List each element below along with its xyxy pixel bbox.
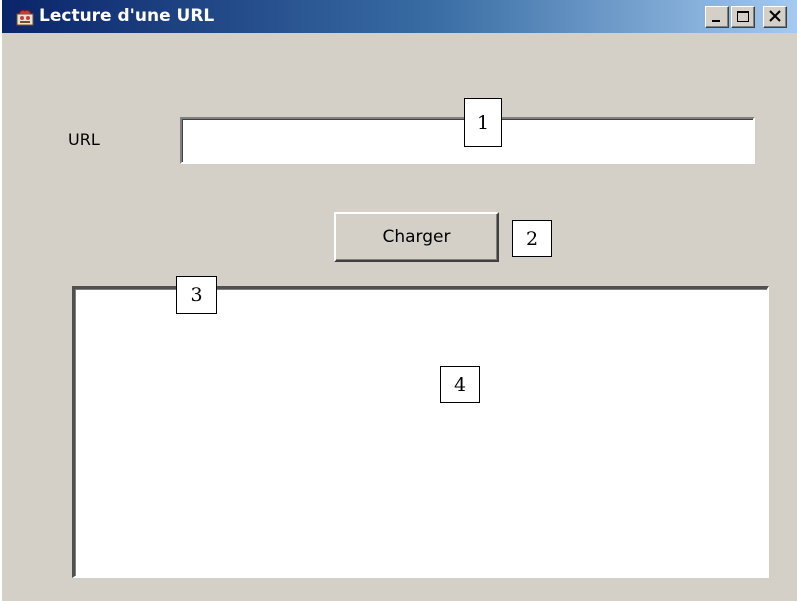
close-button[interactable]: [763, 6, 787, 28]
minimize-button[interactable]: [705, 6, 729, 28]
maximize-button[interactable]: [731, 6, 755, 28]
app-window: Lecture d'une URL URL Charger 1 2 3 4: [0, 0, 797, 601]
content-text-area[interactable]: [72, 286, 769, 578]
callout-marker: 1: [464, 98, 502, 147]
window-title: Lecture d'une URL: [39, 6, 215, 26]
callout-marker: 2: [512, 220, 552, 257]
app-icon: [16, 9, 34, 26]
url-label: URL: [68, 130, 100, 149]
callout-marker: 3: [176, 276, 217, 314]
minimize-icon: [712, 20, 720, 22]
maximize-icon: [737, 11, 749, 22]
close-icon: [769, 10, 781, 22]
title-bar[interactable]: Lecture d'une URL: [2, 0, 797, 33]
callout-marker: 4: [440, 366, 480, 403]
load-button[interactable]: Charger: [334, 212, 499, 262]
